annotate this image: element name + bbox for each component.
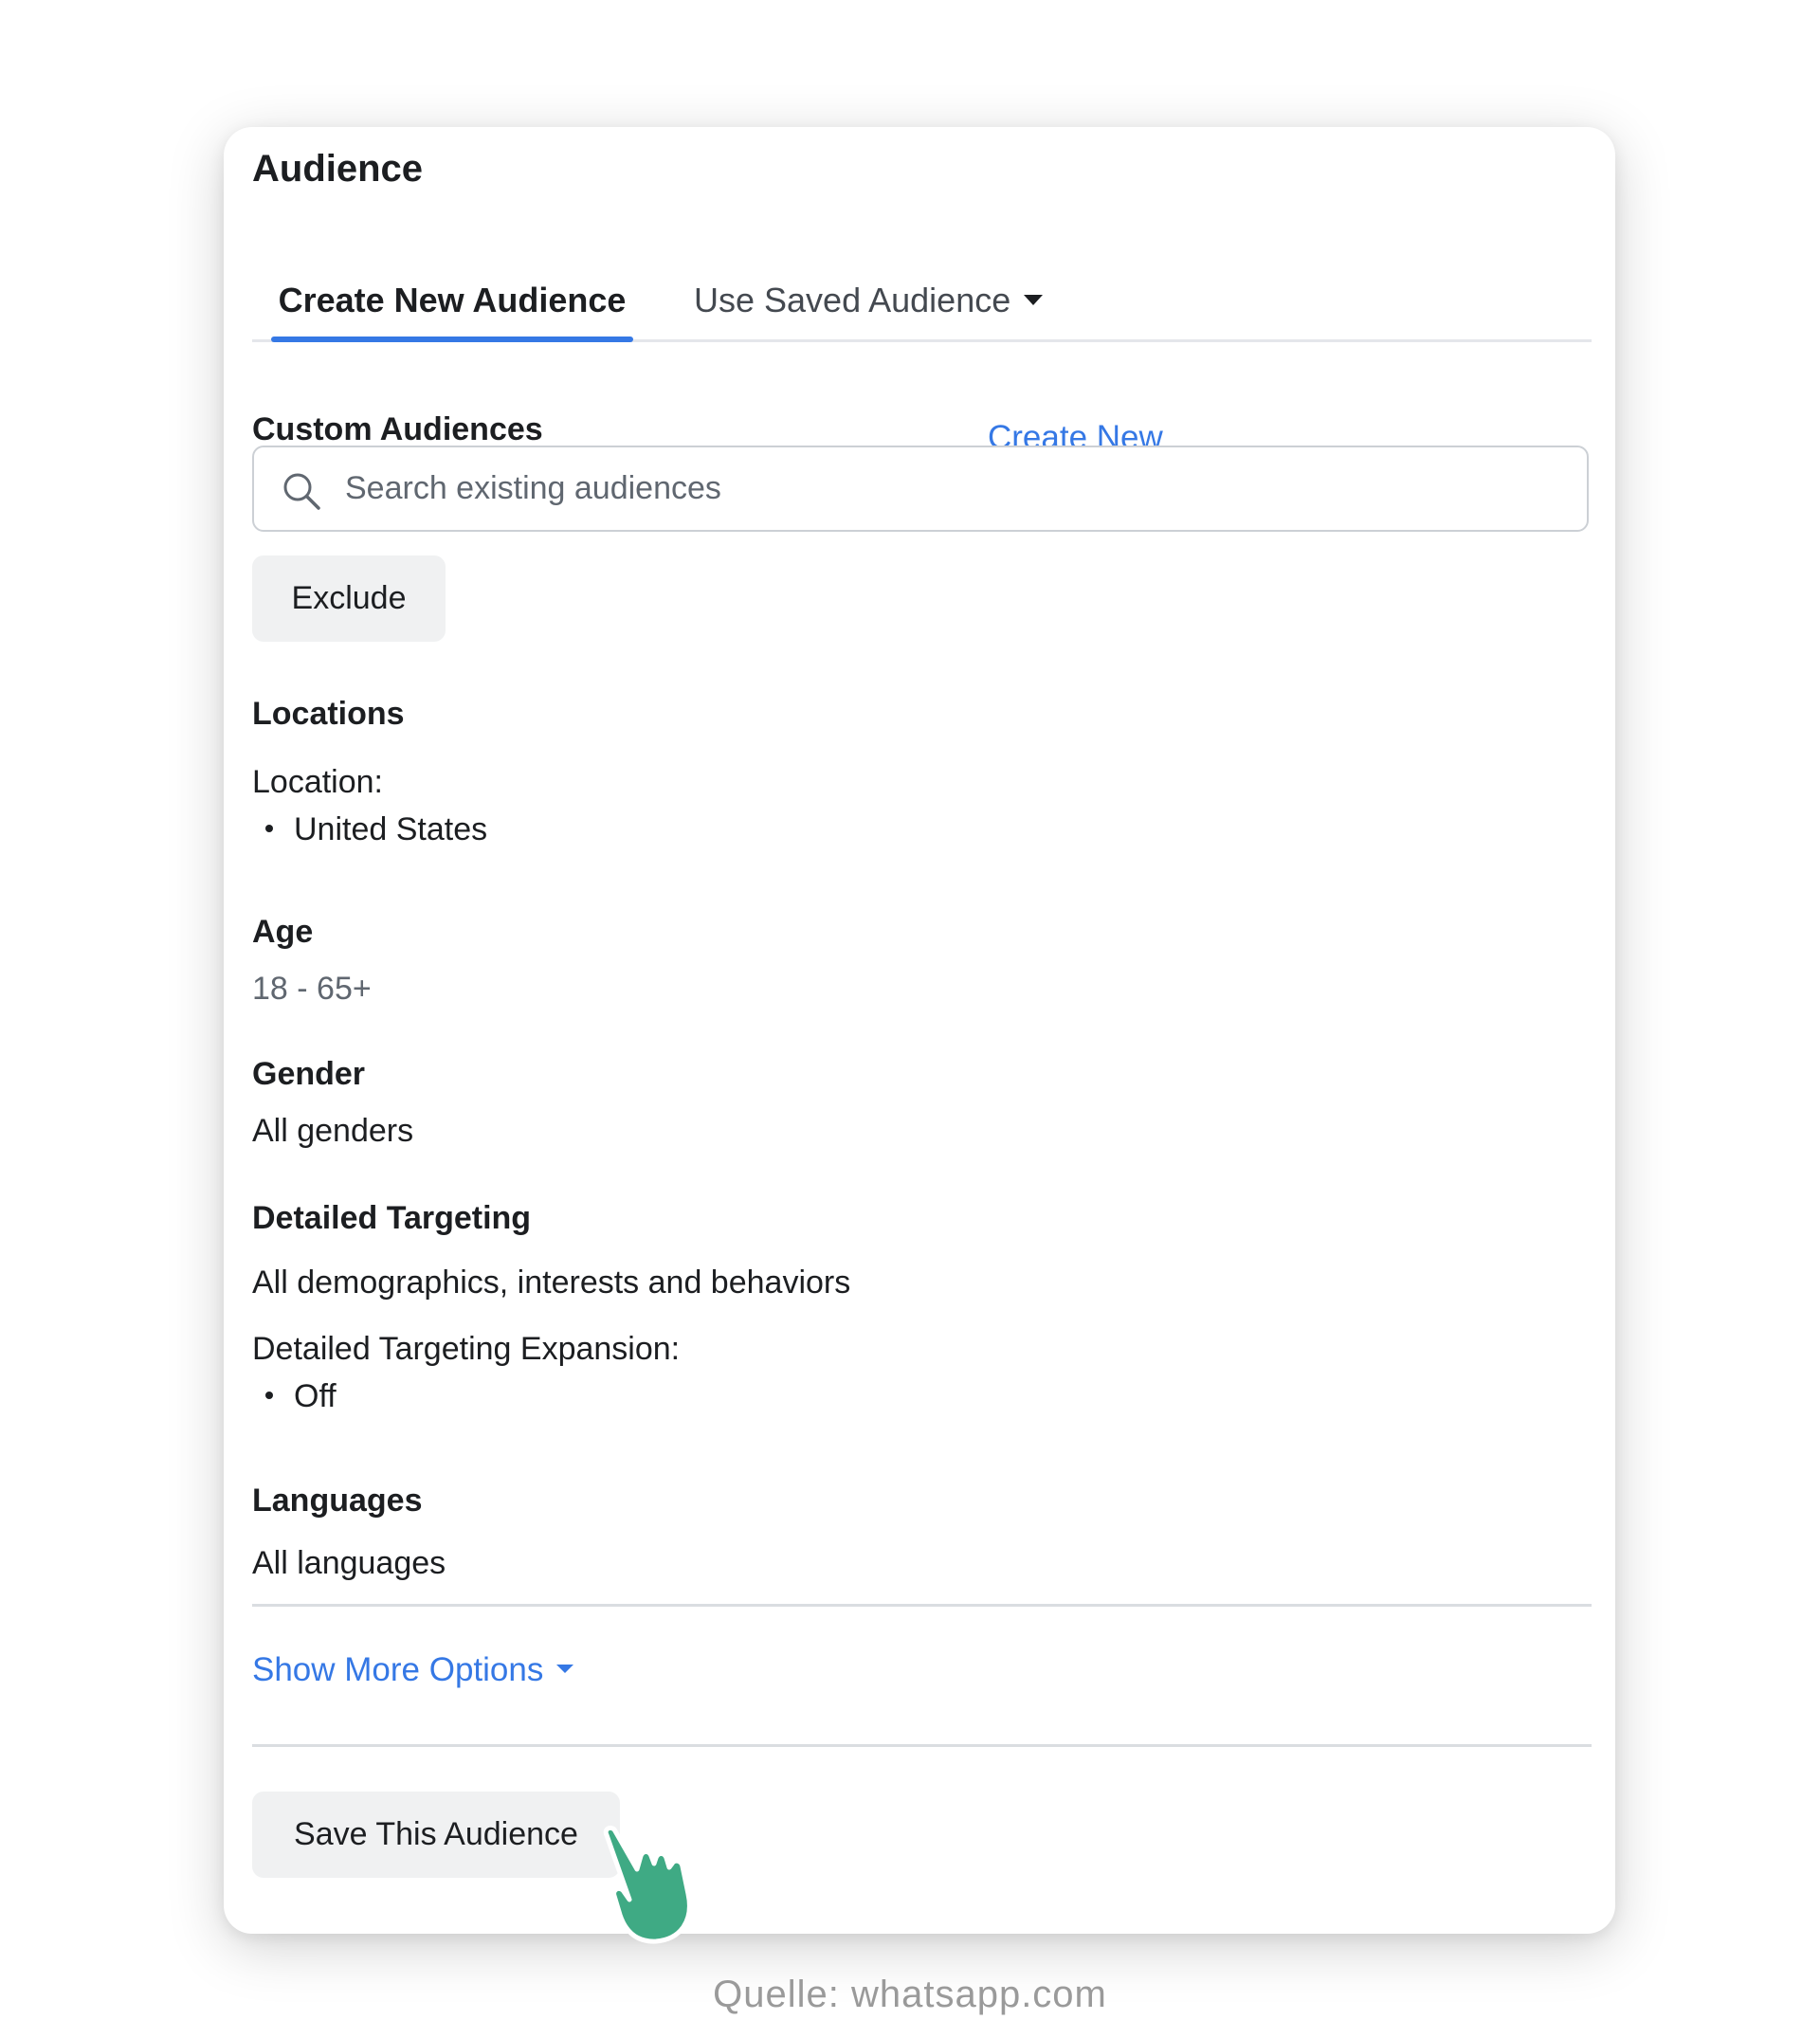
search-audiences-box [252, 446, 1589, 532]
audience-card: Audience Create New Audience Use Saved A… [224, 127, 1615, 1944]
section-divider [252, 1744, 1592, 1747]
active-tab-indicator [271, 337, 633, 342]
search-audiences-input[interactable] [345, 447, 1558, 530]
languages-label: Languages [252, 1483, 423, 1519]
tab-use-saved-audience-label: Use Saved Audience [694, 281, 1011, 319]
show-more-options-link[interactable]: Show More Options [252, 1651, 574, 1689]
location-item: United States [252, 811, 487, 848]
location-sub-label: Location: [252, 764, 383, 800]
caret-down-icon [1024, 294, 1044, 305]
languages-value: All languages [252, 1545, 446, 1581]
gender-label: Gender [252, 1056, 366, 1092]
gender-value: All genders [252, 1113, 414, 1149]
audience-tabs: Create New Audience Use Saved Audience [252, 258, 1592, 342]
tab-create-new-audience-label: Create New Audience [278, 281, 627, 319]
age-label: Age [252, 914, 314, 950]
bullet-icon [265, 825, 273, 833]
save-this-audience-button[interactable]: Save This Audience [252, 1792, 620, 1878]
hand-pointer-icon [603, 1825, 692, 1944]
show-more-options-label: Show More Options [252, 1651, 544, 1688]
caret-down-icon [556, 1665, 574, 1674]
custom-audiences-label: Custom Audiences [252, 411, 543, 447]
age-value: 18 - 65+ [252, 971, 372, 1007]
exclude-button[interactable]: Exclude [252, 555, 446, 642]
detailed-targeting-label: Detailed Targeting [252, 1200, 532, 1236]
locations-label: Locations [252, 696, 405, 732]
location-item-text: United States [294, 811, 488, 847]
detailed-targeting-expansion-label: Detailed Targeting Expansion: [252, 1331, 681, 1367]
bullet-icon [265, 1392, 273, 1400]
detailed-targeting-value: All demographics, interests and behavior… [252, 1265, 851, 1301]
source-caption: Quelle: whatsapp.com [713, 1974, 1107, 2015]
tab-create-new-audience[interactable]: Create New Audience [271, 258, 633, 342]
section-divider [252, 1604, 1592, 1607]
detailed-targeting-expansion-item: Off [252, 1378, 337, 1415]
search-icon [283, 473, 320, 510]
tab-use-saved-audience[interactable]: Use Saved Audience [694, 258, 1044, 339]
detailed-targeting-expansion-item-text: Off [294, 1378, 337, 1414]
card-title: Audience [252, 148, 424, 190]
